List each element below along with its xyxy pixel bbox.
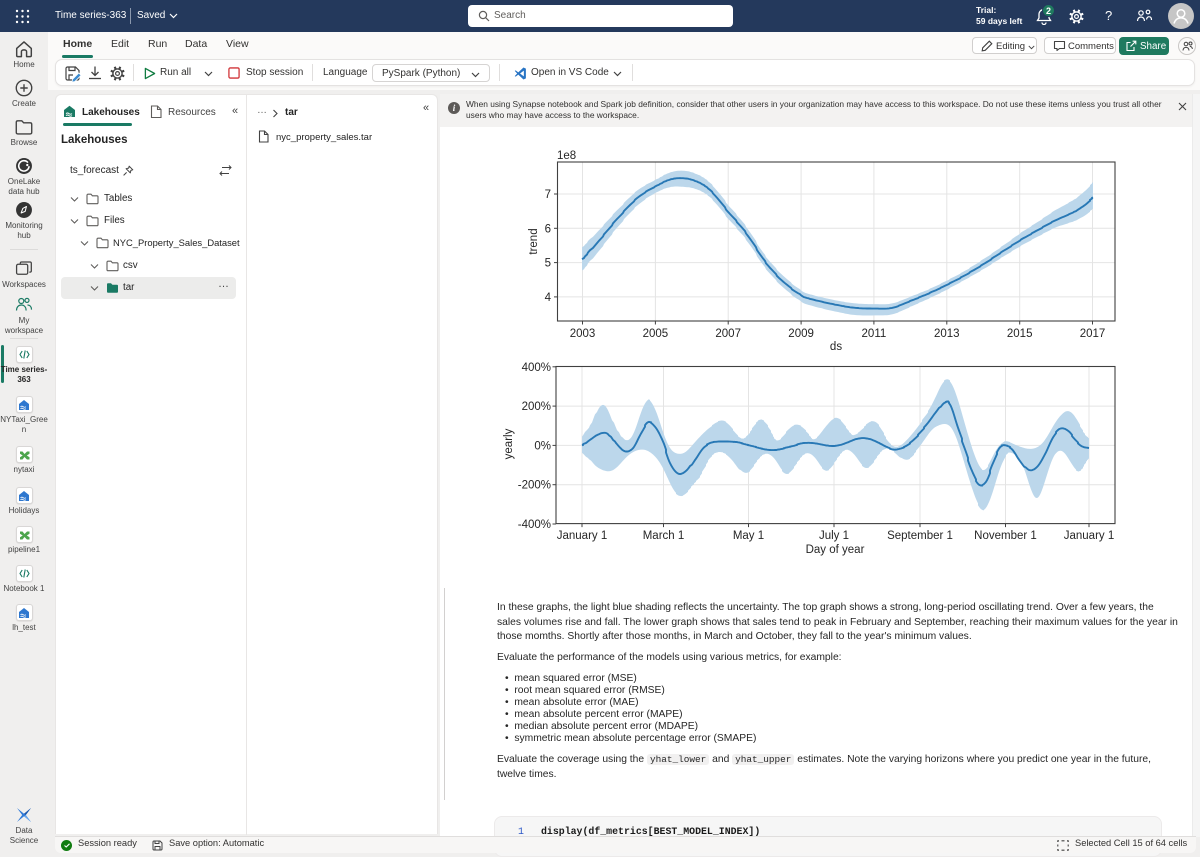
svg-text:September 1: September 1	[887, 530, 953, 542]
svg-text:2007: 2007	[715, 328, 741, 340]
svg-text:6: 6	[545, 223, 551, 235]
svg-text:1e8: 1e8	[557, 150, 576, 162]
svg-text:trend: trend	[528, 228, 540, 254]
svg-text:ds: ds	[830, 341, 842, 353]
svg-text:4: 4	[545, 292, 552, 304]
svg-text:2005: 2005	[643, 328, 669, 340]
svg-text:2003: 2003	[570, 328, 596, 340]
svg-text:2015: 2015	[1007, 328, 1033, 340]
svg-text:yearly: yearly	[503, 428, 515, 459]
svg-text:2011: 2011	[862, 328, 887, 340]
svg-text:200%: 200%	[522, 401, 551, 413]
svg-text:November 1: November 1	[974, 530, 1037, 542]
svg-text:Day of year: Day of year	[806, 544, 865, 556]
svg-text:January 1: January 1	[557, 530, 608, 542]
svg-text:0%: 0%	[534, 440, 551, 452]
svg-text:January 1: January 1	[1064, 530, 1115, 542]
svg-text:2009: 2009	[788, 328, 814, 340]
svg-text:400%: 400%	[522, 362, 551, 374]
svg-text:-400%: -400%	[518, 519, 551, 531]
svg-text:July 1: July 1	[819, 530, 849, 542]
svg-text:May 1: May 1	[733, 530, 764, 542]
svg-text:5: 5	[545, 258, 551, 270]
svg-text:March 1: March 1	[643, 530, 685, 542]
svg-text:-200%: -200%	[518, 480, 551, 492]
svg-text:7: 7	[545, 189, 551, 201]
svg-text:2013: 2013	[934, 328, 960, 340]
svg-text:2017: 2017	[1080, 328, 1106, 340]
